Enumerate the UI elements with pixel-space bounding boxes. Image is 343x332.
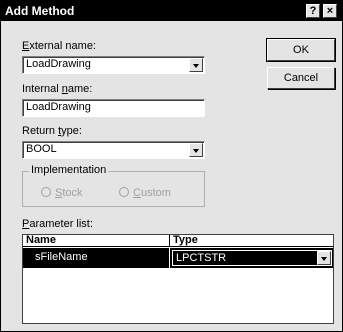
table-row[interactable]: sFileName LPCTSTR: [23, 248, 333, 268]
external-name-label: External name:: [22, 40, 96, 52]
internal-name-label: Internal name:: [22, 83, 92, 95]
column-header-type[interactable]: Type: [173, 234, 198, 246]
parameter-grid[interactable]: Name Type sFileName LPCTSTR: [22, 234, 334, 324]
cancel-button[interactable]: Cancel: [267, 67, 335, 89]
parameter-list-label: Parameter list:: [22, 218, 93, 230]
return-type-combo[interactable]: BOOL: [22, 141, 205, 159]
return-type-label: Return type:: [22, 125, 82, 137]
return-type-value: BOOL: [26, 143, 57, 155]
custom-radio-key: C: [133, 187, 141, 199]
column-header-name[interactable]: Name: [26, 234, 56, 246]
dialog-title: Add Method: [5, 4, 75, 18]
implementation-label: Implementation: [29, 164, 109, 176]
return-type-label-post: ype:: [61, 125, 82, 137]
chevron-down-icon[interactable]: [189, 58, 203, 72]
column-divider[interactable]: [169, 235, 170, 247]
internal-name-label-post: ame:: [67, 83, 93, 95]
grid-header: Name Type: [23, 234, 333, 247]
return-type-label-pre: Return: [22, 125, 59, 137]
internal-name-input[interactable]: LoadDrawing: [22, 99, 205, 117]
external-name-value: LoadDrawing: [26, 58, 91, 70]
implementation-group: Implementation Stock Custom: [22, 164, 205, 207]
internal-name-value: LoadDrawing: [26, 101, 91, 113]
stock-radio-label: tock: [62, 187, 83, 199]
radio-icon: [119, 187, 129, 197]
ok-button[interactable]: OK: [266, 38, 336, 62]
title-bar: Add Method ? ×: [1, 1, 342, 21]
close-icon[interactable]: ×: [323, 4, 337, 18]
add-method-dialog: Add Method ? × External name: LoadDrawin…: [0, 0, 343, 332]
parameter-list-label-post: arameter list:: [29, 218, 93, 230]
param-type-value: LPCTSTR: [176, 252, 227, 264]
external-name-combo[interactable]: LoadDrawing: [22, 56, 205, 74]
external-name-label-post: xternal name:: [29, 40, 96, 52]
param-type-combo[interactable]: LPCTSTR: [172, 250, 332, 266]
stock-radio[interactable]: Stock: [41, 187, 83, 199]
column-divider: [169, 248, 170, 268]
custom-radio-label: ustom: [140, 187, 171, 199]
help-icon[interactable]: ?: [306, 4, 320, 18]
chevron-down-icon[interactable]: [317, 251, 331, 265]
chevron-down-icon[interactable]: [189, 143, 203, 157]
radio-icon: [41, 187, 51, 197]
custom-radio[interactable]: Custom: [119, 187, 171, 199]
internal-name-label-pre: Internal: [22, 83, 62, 95]
param-name-cell[interactable]: sFileName: [35, 251, 88, 263]
